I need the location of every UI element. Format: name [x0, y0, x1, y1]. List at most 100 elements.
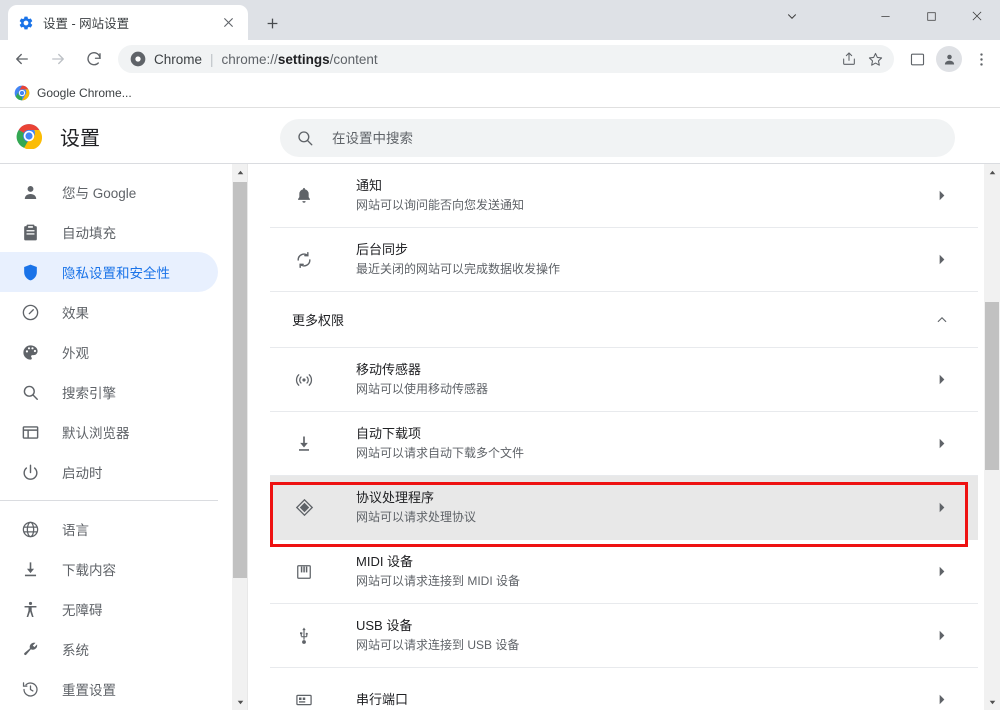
palette-icon	[20, 342, 40, 362]
forward-button[interactable]	[44, 45, 72, 73]
profile-avatar-icon[interactable]	[936, 46, 962, 72]
sidebar-item-on-startup[interactable]: 启动时	[0, 452, 218, 492]
omnibox-url-suffix: /content	[330, 52, 378, 67]
settings-row-subtitle: 网站可以请求处理协议	[356, 508, 930, 527]
globe-icon	[20, 519, 40, 539]
omnibox-url-bold: settings	[278, 52, 330, 67]
browser-tab[interactable]: 设置 - 网站设置	[8, 5, 248, 40]
settings-row-motion-sensors[interactable]: 移动传感器 网站可以使用移动传感器	[270, 348, 978, 412]
chevron-right-icon[interactable]	[930, 624, 954, 648]
tab-title: 设置 - 网站设置	[43, 13, 218, 32]
sidebar-scrollbar[interactable]	[232, 164, 248, 710]
back-button[interactable]	[8, 45, 36, 73]
chevron-right-icon[interactable]	[930, 248, 954, 272]
settings-row-text: 自动下载项 网站可以请求自动下载多个文件	[356, 424, 930, 463]
sidebar-item-label: 默认浏览器	[62, 422, 130, 442]
omnibox-scheme-label: Chrome	[154, 52, 202, 67]
settings-row-subtitle: 网站可以请求自动下载多个文件	[356, 444, 930, 463]
settings-row-midi-devices[interactable]: MIDI 设备 网站可以请求连接到 MIDI 设备	[270, 540, 978, 604]
scroll-up-arrow-icon[interactable]	[984, 164, 1000, 180]
scroll-up-arrow-icon[interactable]	[232, 164, 248, 180]
sensors-icon	[292, 368, 316, 392]
chevron-down-icon[interactable]	[772, 0, 812, 32]
sidebar-scrollbar-thumb[interactable]	[233, 182, 247, 578]
sidebar-item-label: 下载内容	[62, 559, 116, 579]
search-input[interactable]	[332, 131, 892, 146]
chevron-up-icon[interactable]	[930, 308, 954, 332]
chevron-right-icon[interactable]	[930, 184, 954, 208]
sidebar-item-label: 系统	[62, 639, 89, 659]
settings-sidebar: 您与 Google 自动填充 隐私设置和安全性 效果 外观	[0, 164, 232, 710]
settings-row-title: 协议处理程序	[356, 488, 930, 507]
sidebar-item-you-and-google[interactable]: 您与 Google	[0, 172, 218, 212]
search-icon	[296, 129, 314, 147]
bookmark-item-google-chrome[interactable]: Google Chrome...	[8, 81, 138, 105]
sidebar-item-autofill[interactable]: 自动填充	[0, 212, 218, 252]
sidebar-item-search-engine[interactable]: 搜索引擎	[0, 372, 218, 412]
omnibox-url: chrome://settings/content	[222, 52, 378, 67]
sidebar-item-label: 效果	[62, 302, 89, 322]
chevron-right-icon[interactable]	[930, 368, 954, 392]
sidebar-item-privacy-and-security[interactable]: 隐私设置和安全性	[0, 252, 218, 292]
new-tab-button[interactable]	[258, 9, 286, 37]
sidebar-item-performance[interactable]: 效果	[0, 292, 218, 332]
tab-strip: 设置 - 网站设置	[0, 0, 1000, 40]
address-bar[interactable]: Chrome | chrome://settings/content	[118, 45, 894, 73]
scroll-down-arrow-icon[interactable]	[232, 694, 248, 710]
person-icon	[20, 182, 40, 202]
usb-icon	[292, 624, 316, 648]
section-header-more-permissions[interactable]: 更多权限	[270, 292, 978, 348]
window-close-button[interactable]	[954, 0, 1000, 32]
settings-row-automatic-downloads[interactable]: 自动下载项 网站可以请求自动下载多个文件	[270, 412, 978, 476]
content-scrollbar[interactable]	[984, 164, 1000, 710]
sidebar-item-label: 您与 Google	[62, 182, 136, 202]
sidebar-item-downloads[interactable]: 下载内容	[0, 549, 218, 589]
maximize-button[interactable]	[908, 0, 954, 32]
scroll-down-arrow-icon[interactable]	[984, 694, 1000, 710]
chrome-icon	[14, 85, 30, 101]
sidebar-item-appearance[interactable]: 外观	[0, 332, 218, 372]
settings-row-text: MIDI 设备 网站可以请求连接到 MIDI 设备	[356, 552, 930, 591]
sidebar-item-label: 启动时	[62, 462, 103, 482]
minimize-button[interactable]	[862, 0, 908, 32]
sidebar-item-reset-settings[interactable]: 重置设置	[0, 669, 218, 709]
settings-row-title: 通知	[356, 176, 930, 195]
settings-row-subtitle: 网站可以请求连接到 USB 设备	[356, 636, 930, 655]
browser-toolbar: Chrome | chrome://settings/content	[0, 40, 1000, 78]
sidebar-item-languages[interactable]: 语言	[0, 509, 218, 549]
settings-row-title: 自动下载项	[356, 424, 930, 443]
chevron-right-icon[interactable]	[930, 688, 954, 710]
content-scrollbar-thumb[interactable]	[985, 302, 999, 470]
three-dot-menu-icon[interactable]	[966, 44, 996, 74]
settings-row-serial-ports[interactable]: 串行端口	[270, 668, 978, 710]
chrome-icon	[130, 51, 146, 67]
section-title: 更多权限	[292, 310, 344, 329]
sidebar-item-default-browser[interactable]: 默认浏览器	[0, 412, 218, 452]
history-restore-icon	[20, 679, 40, 699]
reload-button[interactable]	[80, 45, 108, 73]
settings-row-text: 通知 网站可以询问能否向您发送通知	[356, 176, 930, 215]
side-panel-icon[interactable]	[902, 44, 932, 74]
sidebar-item-label: 重置设置	[62, 679, 116, 699]
search-icon	[20, 382, 40, 402]
settings-row-notifications[interactable]: 通知 网站可以询问能否向您发送通知	[270, 164, 978, 228]
sidebar-item-accessibility[interactable]: 无障碍	[0, 589, 218, 629]
settings-row-protocol-handlers[interactable]: 协议处理程序 网站可以请求处理协议	[270, 476, 978, 540]
settings-row-subtitle: 网站可以请求连接到 MIDI 设备	[356, 572, 930, 591]
chevron-right-icon[interactable]	[930, 432, 954, 456]
settings-row-background-sync[interactable]: 后台同步 最近关闭的网站可以完成数据收发操作	[270, 228, 978, 292]
share-icon[interactable]	[836, 46, 862, 72]
chevron-right-icon[interactable]	[930, 496, 954, 520]
permissions-card: 通知 网站可以询问能否向您发送通知 后台同步 最近关闭的网站可以完成数据收发操作	[270, 164, 978, 710]
omnibox-separator: |	[210, 52, 214, 67]
toolbar-actions	[902, 44, 1000, 74]
clipboard-icon	[20, 222, 40, 242]
close-icon[interactable]	[218, 13, 238, 33]
bookmark-label: Google Chrome...	[37, 86, 132, 100]
sidebar-item-label: 外观	[62, 342, 89, 362]
star-icon[interactable]	[862, 46, 888, 72]
settings-search-box[interactable]	[280, 119, 955, 157]
chevron-right-icon[interactable]	[930, 560, 954, 584]
sidebar-item-system[interactable]: 系统	[0, 629, 218, 669]
settings-row-usb-devices[interactable]: USB 设备 网站可以请求连接到 USB 设备	[270, 604, 978, 668]
